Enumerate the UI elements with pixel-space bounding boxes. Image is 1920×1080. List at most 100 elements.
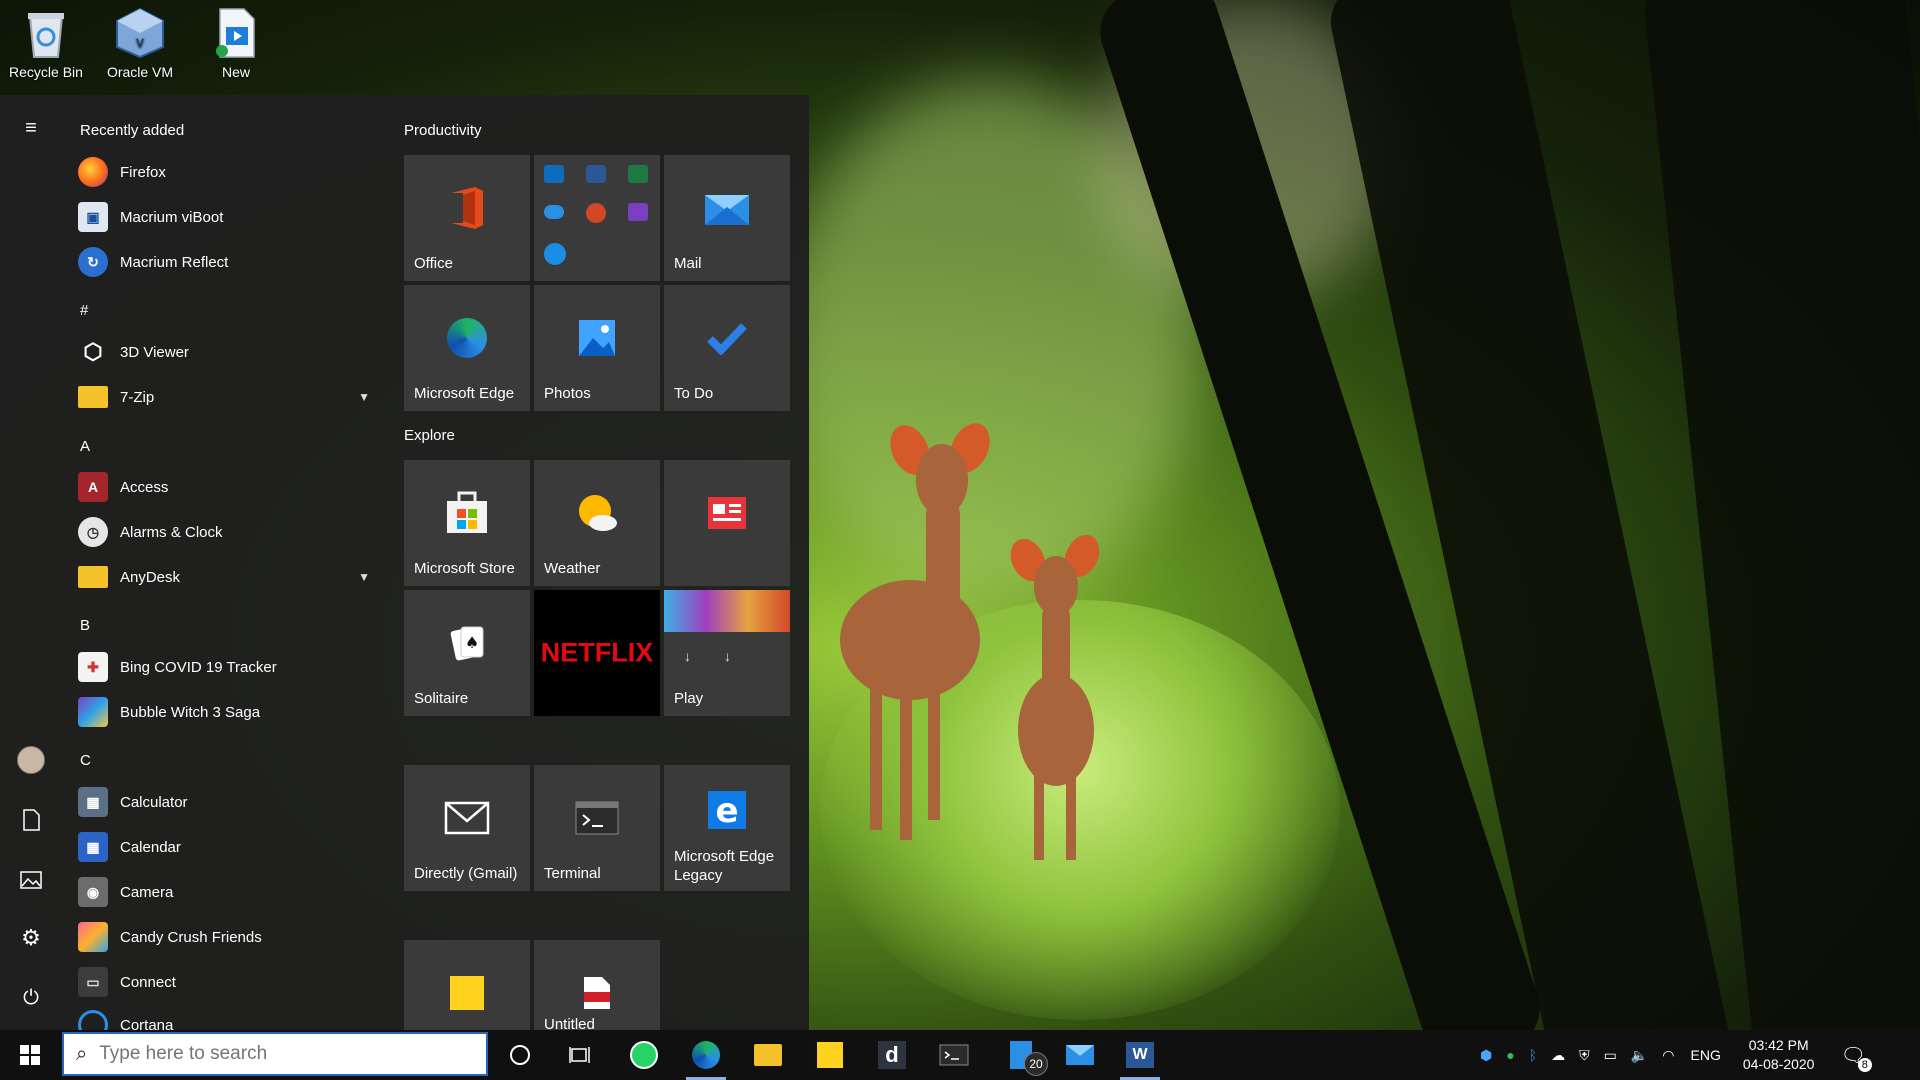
tile-office[interactable]: Office — [404, 155, 530, 281]
app-item-bing-covid-tracker[interactable]: ✚ Bing COVID 19 Tracker — [78, 647, 378, 687]
app-item-3d-viewer[interactable]: ⬡ 3D Viewer — [78, 332, 378, 372]
app-item-cortana[interactable]: Cortana — [78, 1005, 378, 1030]
taskbar-app-mail[interactable] — [1054, 1030, 1106, 1080]
app-item-access[interactable]: A Access — [78, 467, 378, 507]
tile-microsoft-store[interactable]: Microsoft Store — [404, 460, 530, 586]
app-item-7zip[interactable]: 7-Zip ▼ — [78, 377, 378, 417]
picture-icon — [20, 871, 42, 889]
download-icon: ↓ — [684, 648, 691, 664]
search-icon: ⌕ — [76, 1042, 88, 1065]
tile-label: Microsoft Edge Legacy — [674, 847, 774, 885]
app-item-macrium-viboot[interactable]: ▣ Macrium viBoot — [78, 197, 378, 237]
app-item-calculator[interactable]: ▦ Calculator — [78, 782, 378, 822]
app-item-calendar[interactable]: ▦ Calendar — [78, 827, 378, 867]
game-icon — [78, 697, 108, 727]
tile-untitled-pdf[interactable]: Untitled — [534, 940, 660, 1033]
tile-photos[interactable]: Photos — [534, 285, 660, 411]
tile-group-title[interactable]: Productivity — [404, 122, 482, 139]
task-view-button[interactable] — [556, 1030, 604, 1080]
desktop-icon-recycle-bin[interactable]: Recycle Bin — [2, 6, 90, 80]
photos-icon — [579, 319, 615, 356]
app-label: Macrium viBoot — [120, 208, 224, 226]
defender-icon[interactable]: ⛨ — [1579, 1047, 1590, 1064]
app-item-alarms-clock[interactable]: ◷ Alarms & Clock — [78, 512, 378, 552]
app-item-anydesk[interactable]: AnyDesk ▼ — [78, 557, 378, 597]
svg-text:V: V — [136, 36, 144, 50]
desktop-icon-new[interactable]: New — [192, 6, 280, 80]
terminal-icon — [939, 1044, 969, 1066]
app-item-camera[interactable]: ◉ Camera — [78, 872, 378, 912]
tile-news[interactable] — [664, 460, 790, 586]
tile-weather[interactable]: Weather — [534, 460, 660, 586]
tile-to-do[interactable]: To Do — [664, 285, 790, 411]
tile-mail[interactable]: Mail — [664, 155, 790, 281]
chevron-down-icon[interactable]: ▼ — [358, 390, 370, 404]
tile-terminal[interactable]: Terminal — [534, 765, 660, 891]
tile-sticky-notes[interactable] — [404, 940, 530, 1030]
app-label: Access — [120, 478, 169, 496]
input-language[interactable]: ENG — [1691, 1047, 1721, 1063]
taskbar-search[interactable]: ⌕ — [62, 1032, 488, 1076]
taskbar-app-whatsapp[interactable] — [618, 1030, 670, 1080]
settings-button[interactable]: ⚙ — [8, 915, 54, 961]
search-input[interactable] — [97, 1042, 462, 1066]
word-icon — [586, 165, 606, 183]
cortana-icon — [78, 1010, 108, 1030]
tile-area: Productivity Office Mail Microsoft Edge — [404, 95, 804, 1033]
volume-icon[interactable]: 🔈 — [1631, 1047, 1648, 1064]
green-app-icon[interactable]: ● — [1506, 1047, 1514, 1063]
user-account-button[interactable] — [8, 737, 54, 783]
app-item-macrium-reflect[interactable]: ↻ Macrium Reflect — [78, 242, 378, 282]
app-item-firefox[interactable]: Firefox — [78, 152, 378, 192]
taskbar-app-sticky-notes[interactable] — [804, 1030, 856, 1080]
app-label: Camera — [120, 883, 174, 901]
section-header[interactable]: # — [80, 302, 88, 319]
chevron-down-icon[interactable]: ▼ — [358, 570, 370, 584]
tile-directly-gmail[interactable]: Directly (Gmail) — [404, 765, 530, 891]
tile-play-folder[interactable]: ↓ ↓ Play — [664, 590, 790, 716]
app-item-bubble-witch[interactable]: Bubble Witch 3 Saga — [78, 692, 378, 732]
wifi-icon[interactable]: ◠ — [1662, 1047, 1674, 1064]
pdf-icon — [584, 977, 610, 1009]
section-header[interactable]: C — [80, 752, 91, 769]
firefox-icon — [78, 157, 108, 187]
pictures-button[interactable] — [8, 857, 54, 903]
taskbar-app-edge-dev[interactable] — [680, 1030, 732, 1080]
desktop-icon-oracle-vm[interactable]: V Oracle VM — [96, 6, 184, 80]
taskbar-app-file-explorer[interactable] — [742, 1030, 794, 1080]
taskbar-app-files[interactable]: 20 — [992, 1030, 1050, 1080]
d-app-icon: d — [878, 1041, 906, 1069]
documents-button[interactable] — [8, 797, 54, 843]
section-header[interactable]: A — [80, 438, 90, 455]
power-button[interactable]: ⏻ — [8, 975, 54, 1021]
office-icon — [451, 186, 483, 229]
start-button[interactable] — [0, 1030, 60, 1080]
taskbar-app-dashlane[interactable]: d — [866, 1030, 918, 1080]
security-shield-icon[interactable]: ⬢ — [1480, 1047, 1492, 1064]
app-item-candy-crush-friends[interactable]: Candy Crush Friends — [78, 917, 378, 957]
bluetooth-icon[interactable]: ᛒ — [1529, 1047, 1537, 1063]
battery-icon[interactable]: ▭ — [1604, 1047, 1617, 1064]
action-center-button[interactable]: 🗨 8 — [1840, 1043, 1872, 1072]
clock[interactable]: 03:42 PM 04-08-2020 — [1743, 1036, 1815, 1074]
tile-microsoft-edge[interactable]: Microsoft Edge — [404, 285, 530, 411]
tile-office-apps-folder[interactable] — [534, 155, 660, 281]
onedrive-icon — [544, 205, 564, 219]
tile-group-title[interactable]: Explore — [404, 427, 455, 444]
cortana-button[interactable] — [496, 1030, 544, 1080]
news-icon — [708, 496, 746, 529]
app-label: Macrium Reflect — [120, 253, 229, 271]
hamburger-menu-button[interactable]: ≡ — [8, 105, 54, 151]
section-header[interactable]: B — [80, 617, 90, 634]
tile-solitaire[interactable]: ♠ Solitaire — [404, 590, 530, 716]
taskbar-app-terminal[interactable] — [928, 1030, 980, 1080]
taskbar-app-word[interactable]: W — [1114, 1030, 1166, 1080]
app-label: Calculator — [120, 793, 188, 811]
app-item-connect[interactable]: ▭ Connect — [78, 962, 378, 1002]
onedrive-icon[interactable]: ☁ — [1551, 1047, 1565, 1064]
document-icon — [23, 809, 40, 831]
tile-edge-legacy[interactable]: e Microsoft Edge Legacy — [664, 765, 790, 891]
tile-label: Directly (Gmail) — [414, 865, 518, 882]
tile-netflix[interactable]: NETFLIX — [534, 590, 660, 716]
notification-count: 8 — [1857, 1057, 1872, 1072]
